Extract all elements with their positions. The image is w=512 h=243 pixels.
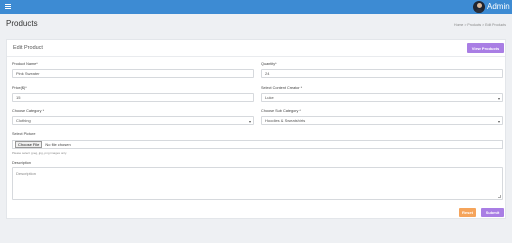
chevron-down-icon: ▾ bbox=[497, 96, 500, 101]
avatar[interactable] bbox=[473, 1, 485, 13]
sub-category-value: Hoodies & Sweatshirts bbox=[265, 118, 306, 123]
page-title: Products bbox=[6, 19, 38, 28]
description-label: Description bbox=[12, 161, 31, 165]
product-name-input[interactable]: Pink Sweater bbox=[12, 69, 254, 78]
menu-icon[interactable] bbox=[5, 4, 11, 9]
quantity-label: Quantity* bbox=[261, 62, 277, 66]
chevron-down-icon: ▾ bbox=[248, 119, 251, 124]
sub-category-label: Choose Sub Category * bbox=[261, 109, 301, 113]
chevron-down-icon: ▾ bbox=[497, 119, 500, 124]
choose-file-button[interactable]: Choose File bbox=[15, 141, 43, 148]
card-header: Edit Product View Products bbox=[7, 40, 505, 57]
edit-product-card: Edit Product View Products Product Name*… bbox=[6, 39, 506, 219]
breadcrumb[interactable]: Home > Products > Edit Products bbox=[454, 23, 506, 27]
submit-button[interactable]: Submit bbox=[481, 208, 504, 217]
file-status: No file chosen bbox=[45, 142, 71, 147]
description-textarea[interactable]: Description bbox=[12, 167, 503, 200]
price-input[interactable]: 15 bbox=[12, 93, 254, 102]
description-placeholder: Description bbox=[16, 171, 37, 176]
card-title: Edit Product bbox=[13, 45, 43, 51]
price-label: Price($)* bbox=[12, 86, 27, 90]
content-creator-select[interactable]: Luke ▾ bbox=[261, 93, 503, 102]
picture-label: Select Picture bbox=[12, 132, 36, 136]
content-creator-label: Select Content Creator * bbox=[261, 86, 303, 90]
resize-handle[interactable] bbox=[498, 195, 501, 198]
top-bar: Admin bbox=[0, 0, 512, 14]
file-input[interactable]: Choose File No file chosen bbox=[12, 140, 503, 149]
quantity-input[interactable]: 24 bbox=[261, 69, 503, 78]
product-name-label: Product Name* bbox=[12, 62, 38, 66]
sub-category-select[interactable]: Hoodies & Sweatshirts ▾ bbox=[261, 116, 503, 125]
picture-hint: Please select .jpeg,.jpg,.png images onl… bbox=[12, 151, 67, 155]
reset-button[interactable]: Reset bbox=[459, 208, 476, 217]
category-label: Choose Category * bbox=[12, 109, 45, 113]
category-select[interactable]: Clothing ▾ bbox=[12, 116, 254, 125]
admin-name[interactable]: Admin bbox=[487, 2, 510, 11]
view-products-button[interactable]: View Products bbox=[467, 43, 504, 53]
category-value: Clothing bbox=[16, 118, 31, 123]
content-creator-value: Luke bbox=[265, 95, 274, 100]
